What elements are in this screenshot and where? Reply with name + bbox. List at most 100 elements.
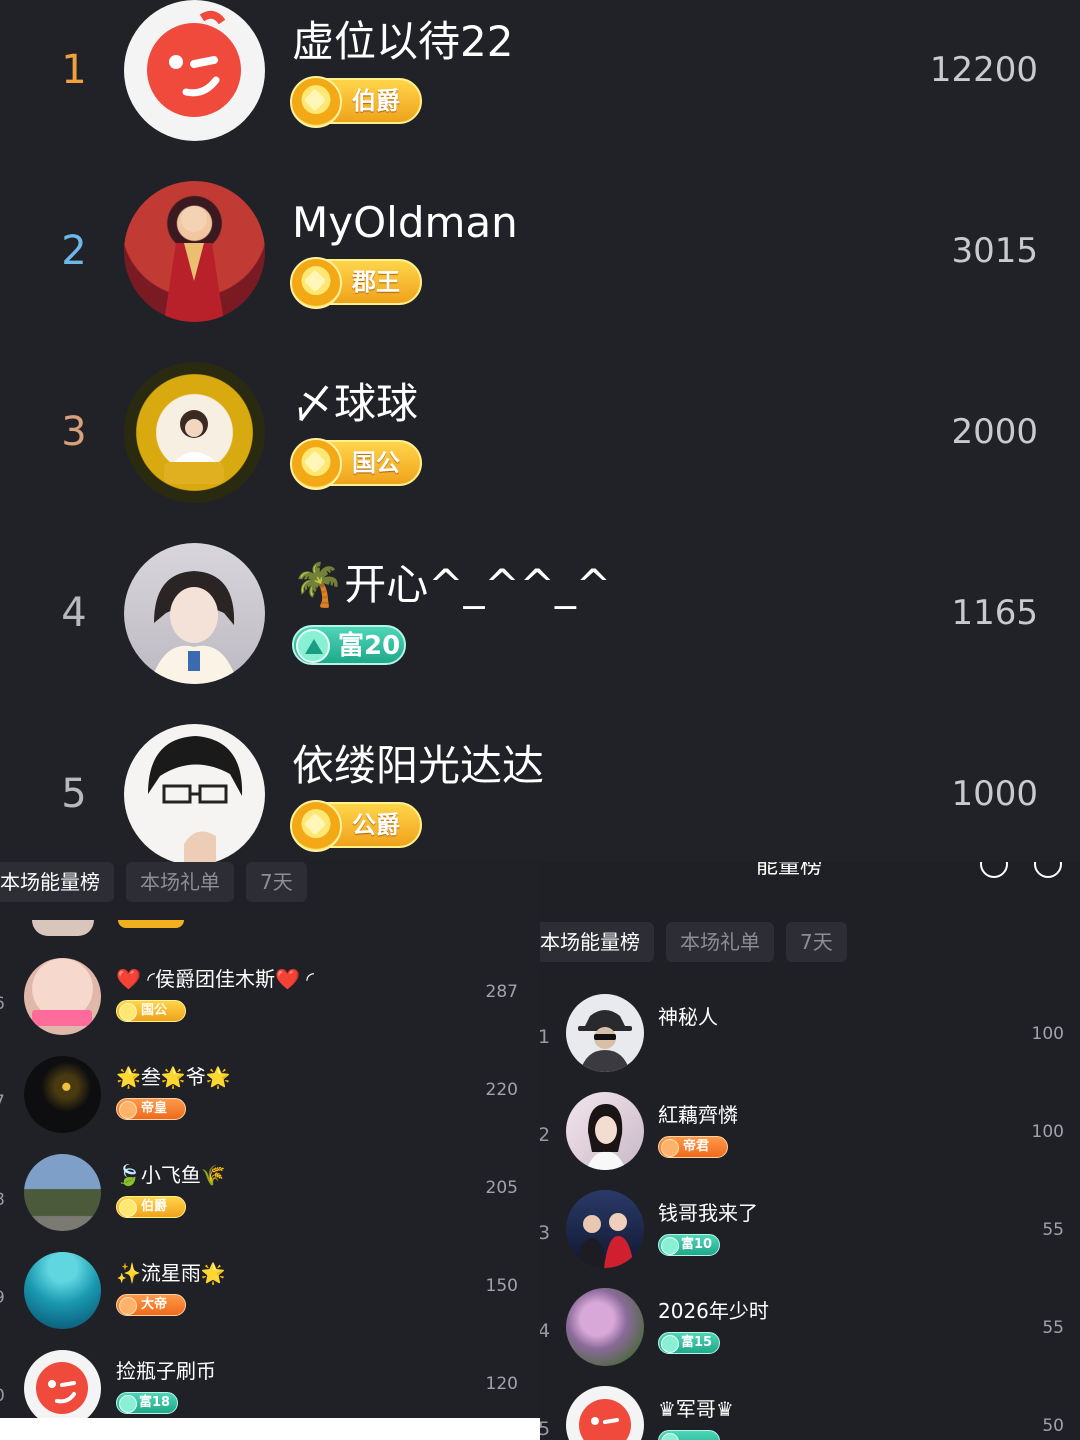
ranking-row[interactable]: 2 MyOldman 郡王 3015 bbox=[0, 181, 1080, 362]
ranking-row[interactable]: 6 ❤️ ◜侯爵团佳木斯❤️ ◜ 国公 287 bbox=[0, 958, 540, 1056]
rank-badge: 富10 bbox=[658, 1234, 720, 1260]
top-ranking-list: 1 虚位以待22 伯爵 12200 2 MyOldman 郡王 3015 3 〆… bbox=[0, 0, 1080, 862]
tab-bar: 本场能量榜 本场礼单 7天 bbox=[540, 922, 847, 962]
score: 1000 bbox=[951, 774, 1038, 814]
ranking-row[interactable]: 8 🍃小飞鱼🌾 伯爵 205 bbox=[0, 1154, 540, 1252]
tab-7days[interactable]: 7天 bbox=[786, 922, 847, 962]
ranking-row[interactable]: 3 〆球球 国公 2000 bbox=[0, 362, 1080, 543]
rank-badge: 公爵 bbox=[290, 800, 422, 852]
tab-gifts[interactable]: 本场礼单 bbox=[666, 922, 774, 962]
avatar[interactable] bbox=[124, 362, 265, 503]
tab-bar: 本场能量榜 本场礼单 7天 bbox=[0, 862, 307, 902]
user-name: 🌴开心^_^^_^ bbox=[292, 560, 612, 609]
avatar[interactable] bbox=[24, 1252, 101, 1329]
ranking-row[interactable]: 4 2026年少时 富15 55 bbox=[540, 1288, 1080, 1386]
ranking-row[interactable]: 1 神秘人 100 bbox=[540, 994, 1080, 1092]
avatar[interactable] bbox=[124, 181, 265, 322]
score: 2000 bbox=[951, 412, 1038, 452]
user-name: MyOldman bbox=[292, 198, 518, 247]
rank-number: 6 bbox=[0, 994, 5, 1014]
user-name: ✨流星雨🌟 bbox=[116, 1261, 226, 1285]
ranking-row[interactable]: 9 ✨流星雨🌟 大帝 150 bbox=[0, 1252, 540, 1350]
tab-7days[interactable]: 7天 bbox=[246, 862, 307, 902]
rank-badge: 富15 bbox=[658, 1332, 720, 1358]
user-name: 神秘人 bbox=[658, 1005, 718, 1029]
rank-number: 3 bbox=[540, 1222, 551, 1244]
user-name: 2026年少时 bbox=[658, 1299, 769, 1323]
rank-number: 4 bbox=[61, 590, 87, 636]
user-name: 〆球球 bbox=[292, 379, 419, 428]
rank-badge: 富20 bbox=[292, 625, 406, 669]
score: 287 bbox=[485, 982, 518, 1002]
coin-icon bbox=[290, 257, 342, 309]
score: 1165 bbox=[951, 593, 1038, 633]
avatar[interactable] bbox=[24, 1056, 101, 1133]
coin-icon bbox=[290, 438, 342, 490]
rank-number: 9 bbox=[0, 1288, 5, 1308]
ranking-row[interactable]: 5 ♛军哥♛ 50 bbox=[540, 1386, 1080, 1440]
rank-number: 1 bbox=[540, 1026, 551, 1048]
rank-number: 7 bbox=[0, 1092, 5, 1112]
score: 50 bbox=[1042, 1416, 1064, 1436]
rank-number: 5 bbox=[540, 1418, 551, 1440]
user-name: 🌟叁🌟爷🌟 bbox=[116, 1065, 231, 1089]
rank-badge bbox=[118, 920, 184, 928]
rank-badge: 大帝 bbox=[116, 1294, 186, 1320]
rank-number: 0 bbox=[0, 1386, 5, 1406]
avatar[interactable] bbox=[566, 1092, 644, 1170]
user-name: 钱哥我来了 bbox=[658, 1201, 758, 1225]
score: 205 bbox=[485, 1178, 518, 1198]
avatar[interactable] bbox=[124, 0, 265, 141]
ranking-row[interactable]: 7 🌟叁🌟爷🌟 帝皇 220 bbox=[0, 1056, 540, 1154]
rank-badge: 郡王 bbox=[290, 257, 422, 309]
user-name: 紅藕齊憐 bbox=[658, 1103, 738, 1127]
avatar[interactable] bbox=[24, 958, 101, 1035]
avatar[interactable] bbox=[24, 1350, 101, 1427]
ranking-row[interactable]: 1 虚位以待22 伯爵 12200 bbox=[0, 0, 1080, 181]
avatar[interactable] bbox=[24, 1154, 101, 1231]
rank-number: 2 bbox=[61, 228, 87, 274]
rank-badge bbox=[658, 1430, 720, 1440]
avatar[interactable] bbox=[124, 724, 265, 862]
avatar[interactable] bbox=[566, 1190, 644, 1268]
tab-energy[interactable]: 本场能量榜 bbox=[0, 862, 114, 902]
tab-gifts[interactable]: 本场礼单 bbox=[126, 862, 234, 902]
rank-badge: 富18 bbox=[116, 1392, 178, 1418]
rank-badge: 国公 bbox=[290, 438, 422, 490]
rank-number: 8 bbox=[0, 1190, 5, 1210]
rank-badge: 伯爵 bbox=[290, 76, 422, 128]
score: 12200 bbox=[929, 50, 1038, 90]
rank-number: 1 bbox=[61, 47, 87, 93]
score: 55 bbox=[1042, 1220, 1064, 1240]
bottom-strip bbox=[0, 1418, 540, 1440]
ranking-row[interactable]: 3 钱哥我来了 富10 55 bbox=[540, 1190, 1080, 1288]
user-name: 虚位以待22 bbox=[292, 17, 514, 66]
rank-number: 3 bbox=[61, 409, 87, 455]
coin-icon bbox=[290, 76, 342, 128]
avatar bbox=[32, 920, 94, 936]
avatar[interactable] bbox=[566, 1386, 644, 1440]
rank-number: 2 bbox=[540, 1124, 551, 1146]
info-icon[interactable] bbox=[1034, 862, 1062, 878]
tab-energy[interactable]: 本场能量榜 bbox=[540, 922, 654, 962]
score: 120 bbox=[485, 1374, 518, 1394]
user-name: 捡瓶子刷币 bbox=[116, 1359, 216, 1383]
panel-title: 能量榜 bbox=[756, 862, 823, 879]
ranking-row[interactable]: 5 依缕阳光达达 公爵 1000 bbox=[0, 724, 1080, 862]
avatar[interactable] bbox=[566, 1288, 644, 1366]
help-icon[interactable] bbox=[980, 862, 1008, 878]
rank-badge: 伯爵 bbox=[116, 1196, 186, 1222]
left-energy-panel: 本场能量榜 本场礼单 7天 6 ❤️ ◜侯爵团佳木斯❤️ ◜ 国公 287 7 … bbox=[0, 862, 540, 1440]
rank-badge: 国公 bbox=[116, 1000, 186, 1026]
score: 220 bbox=[485, 1080, 518, 1100]
user-name: ❤️ ◜侯爵团佳木斯❤️ ◜ bbox=[116, 967, 315, 991]
rank-badge: 帝皇 bbox=[116, 1098, 186, 1124]
avatar[interactable] bbox=[124, 543, 265, 684]
right-energy-panel: 能量榜 本场能量榜 本场礼单 7天 1 神秘人 100 2 紅藕齊憐 帝君 10… bbox=[540, 862, 1080, 1440]
ranking-row[interactable]: 4 🌴开心^_^^_^ 富20 1165 bbox=[0, 543, 1080, 724]
score: 3015 bbox=[951, 231, 1038, 271]
user-name: ♛军哥♛ bbox=[658, 1397, 734, 1421]
avatar[interactable] bbox=[566, 994, 644, 1072]
user-name: 🍃小飞鱼🌾 bbox=[116, 1163, 226, 1187]
ranking-row[interactable]: 2 紅藕齊憐 帝君 100 bbox=[540, 1092, 1080, 1190]
